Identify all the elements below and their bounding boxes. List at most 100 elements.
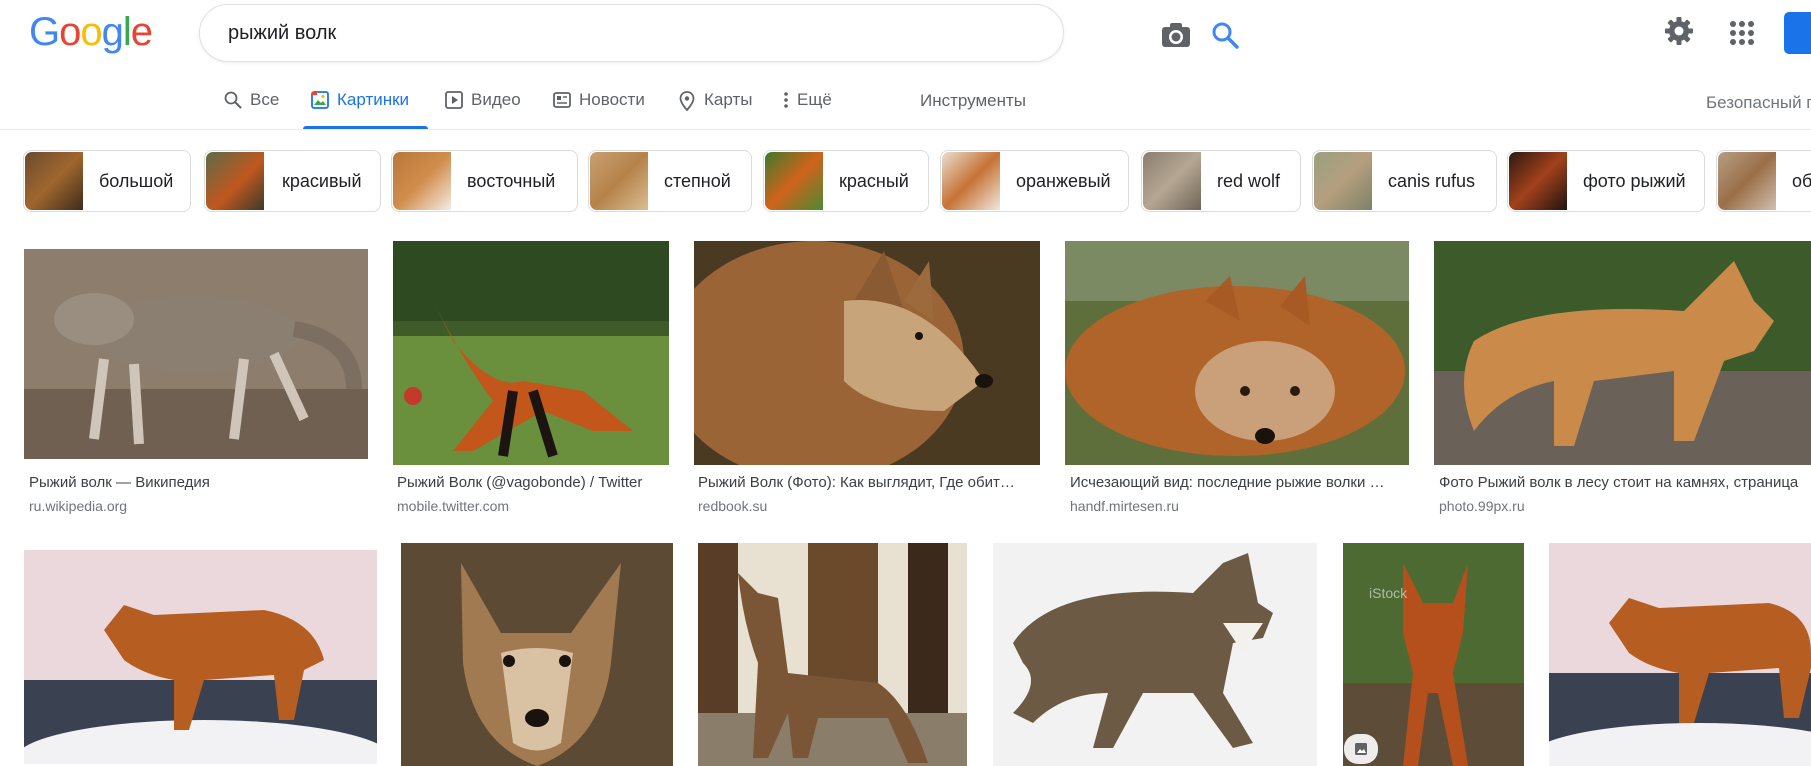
result-image[interactable] xyxy=(393,241,669,465)
chip-thumbnail xyxy=(25,152,83,210)
chip-label: степной xyxy=(664,170,731,191)
logo-letter-o1: o xyxy=(59,10,81,54)
watermark-text: iStock xyxy=(1369,585,1408,601)
result-title[interactable]: Рыжий Волк (@vagobonde) / Twitter xyxy=(397,474,669,491)
result-image[interactable] xyxy=(1434,241,1811,465)
chip-label: красный xyxy=(839,170,909,191)
result-title[interactable]: Рыжий Волк (Фото): Как выглядит, Где оби… xyxy=(698,474,1038,491)
divider xyxy=(0,129,1811,130)
chip-thumbnail xyxy=(393,152,451,210)
result-image[interactable] xyxy=(1065,241,1409,465)
safesearch-link[interactable]: Безопасный п xyxy=(1706,93,1811,113)
image-result[interactable]: Исчезающий вид: последние рыжие волки … … xyxy=(1065,241,1409,519)
result-image[interactable] xyxy=(24,550,377,764)
chip-thumbnail xyxy=(1509,152,1567,210)
video-icon xyxy=(445,91,463,109)
result-title[interactable]: Исчезающий вид: последние рыжие волки … xyxy=(1070,474,1405,491)
chip-thumbnail xyxy=(1314,152,1372,210)
tab-all[interactable]: Все xyxy=(224,90,279,130)
search-tabs: Все Картинки Видео Новости Карты Ещё xyxy=(0,82,1811,130)
chip-label: восточный xyxy=(467,170,556,191)
result-image[interactable] xyxy=(401,543,673,766)
search-input[interactable] xyxy=(226,5,926,61)
tab-maps[interactable]: Карты xyxy=(678,90,752,130)
gear-icon[interactable] xyxy=(1664,16,1694,46)
more-vert-icon xyxy=(784,92,788,108)
refinement-chips: большой красивый восточный степной красн… xyxy=(0,150,1811,212)
tab-label: Все xyxy=(250,90,280,109)
tab-label: Видео xyxy=(471,90,521,109)
chip-thumbnail xyxy=(942,152,1000,210)
search-icon[interactable] xyxy=(1211,21,1239,49)
result-image[interactable] xyxy=(698,543,967,766)
image-badge-icon xyxy=(1344,734,1378,764)
image-result[interactable]: Рыжий Волк (Фото): Как выглядит, Где оби… xyxy=(694,241,1040,519)
image-result[interactable] xyxy=(24,550,377,764)
search-box xyxy=(199,4,1239,62)
image-result[interactable] xyxy=(1549,543,1811,766)
map-pin-icon xyxy=(679,91,695,111)
result-domain: mobile.twitter.com xyxy=(397,498,510,514)
tab-videos[interactable]: Видео xyxy=(445,90,521,130)
tab-label: Картинки xyxy=(337,90,410,109)
tab-label: Карты xyxy=(704,90,753,109)
chip-large[interactable]: большой xyxy=(23,150,191,212)
chip-eastern[interactable]: восточный xyxy=(391,150,578,212)
chip-thumbnail xyxy=(765,152,823,210)
tab-label: Новости xyxy=(579,90,645,109)
result-image[interactable]: iStock xyxy=(1343,543,1524,766)
image-icon xyxy=(311,91,329,109)
sign-in-button[interactable] xyxy=(1784,12,1811,54)
result-domain: redbook.su xyxy=(698,498,768,514)
result-title[interactable]: Рыжий волк — Википедия xyxy=(29,474,363,491)
chip-label: фото рыжий xyxy=(1583,170,1686,191)
chip-red-wolf[interactable]: red wolf xyxy=(1141,150,1301,212)
tab-more[interactable]: Ещё xyxy=(783,90,832,130)
chip-thumbnail xyxy=(206,152,264,210)
logo-letter-g: G xyxy=(29,10,60,54)
image-result[interactable]: iStock xyxy=(1343,543,1524,766)
chip-label: red wolf xyxy=(1217,170,1281,191)
chip-photo-red[interactable]: фото рыжий xyxy=(1507,150,1705,212)
chip-partial[interactable]: об xyxy=(1716,150,1811,212)
result-image[interactable] xyxy=(694,241,1040,465)
result-domain: ru.wikipedia.org xyxy=(29,498,128,514)
image-result[interactable]: Рыжий волк — Википедия ru.wikipedia.org xyxy=(24,249,368,519)
chip-thumbnail xyxy=(1143,152,1201,210)
chip-label: canis rufus xyxy=(1388,170,1476,191)
tab-news[interactable]: Новости xyxy=(553,90,645,130)
google-logo[interactable]: Google xyxy=(29,10,153,54)
tab-images[interactable]: Картинки xyxy=(311,90,409,130)
result-image[interactable] xyxy=(1549,543,1811,766)
chip-thumbnail xyxy=(1718,152,1776,210)
apps-grid-icon[interactable] xyxy=(1729,20,1755,46)
image-result[interactable] xyxy=(401,543,673,766)
result-title[interactable]: Фото Рыжий волк в лесу стоит на камнях, … xyxy=(1439,474,1811,491)
chip-beautiful[interactable]: красивый xyxy=(204,150,381,212)
chip-label: красивый xyxy=(282,170,362,191)
logo-letter-l: l xyxy=(122,10,132,54)
image-result[interactable]: Рыжий Волк (@vagobonde) / Twitter mobile… xyxy=(393,241,669,519)
chip-label: большой xyxy=(99,170,174,191)
result-image[interactable] xyxy=(993,543,1317,766)
logo-letter-o2: o xyxy=(80,10,102,54)
camera-icon[interactable] xyxy=(1161,22,1191,48)
result-image[interactable] xyxy=(24,249,368,459)
result-domain: handf.mirtesen.ru xyxy=(1070,498,1179,514)
news-icon xyxy=(553,92,571,108)
chip-red[interactable]: красный xyxy=(763,150,929,212)
chip-steppe[interactable]: степной xyxy=(588,150,752,212)
logo-letter-g2: g xyxy=(101,10,124,54)
header: Google xyxy=(0,0,1811,64)
chip-canis-rufus[interactable]: canis rufus xyxy=(1312,150,1497,212)
chip-thumbnail xyxy=(590,152,648,210)
tab-label: Ещё xyxy=(797,90,832,109)
chip-label: об xyxy=(1792,170,1811,191)
chip-orange[interactable]: оранжевый xyxy=(940,150,1129,212)
chip-label: оранжевый xyxy=(1016,170,1111,191)
result-domain: photo.99px.ru xyxy=(1439,498,1525,514)
image-result[interactable] xyxy=(698,543,967,766)
image-result[interactable] xyxy=(993,543,1317,766)
image-result[interactable]: Фото Рыжий волк в лесу стоит на камнях, … xyxy=(1434,241,1811,519)
tools-button[interactable]: Инструменты xyxy=(920,91,1026,111)
